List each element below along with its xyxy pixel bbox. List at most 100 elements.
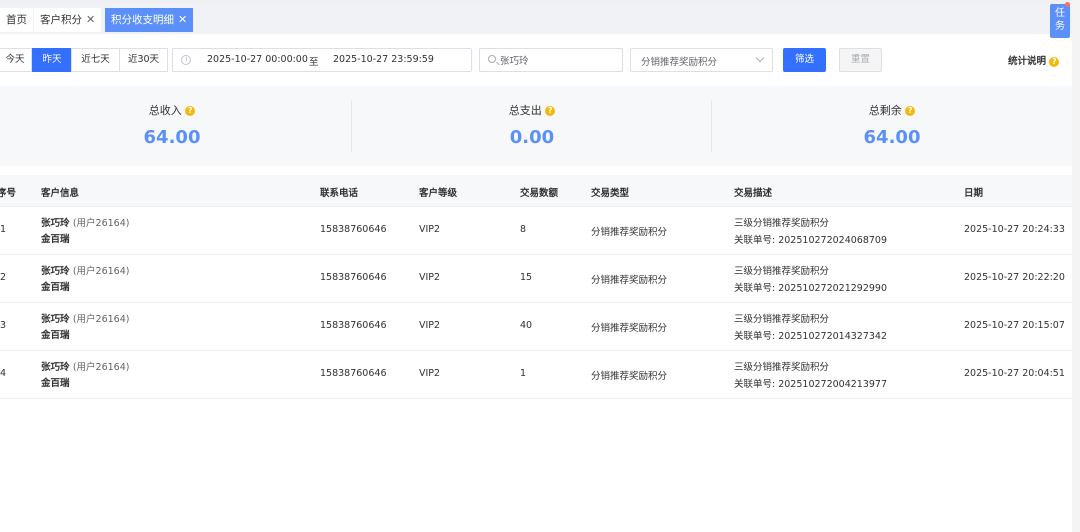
summary-value: 64.00 — [143, 127, 201, 148]
notification-dot — [1065, 2, 1070, 7]
reset-button[interactable]: 重置 — [839, 48, 882, 72]
trade-desc: 三级分销推荐奖励积分 — [734, 266, 830, 277]
table-row: 2 张巧玲 (用户26164) 金百瑞 15838760646 VIP2 15 … — [0, 255, 1072, 303]
task-button[interactable]: 任 务 — [1050, 4, 1070, 38]
level: VIP2 — [419, 368, 441, 379]
summary-label: 总支出 ? — [352, 102, 712, 118]
summary-expense: 总支出 ? 0.00 — [352, 86, 712, 166]
summary-panel: 总收入 ? 64.00 总支出 ? 0.00 总剩余 ? 64.00 — [0, 86, 1072, 166]
table-row: 3 张巧玲 (用户26164) 金百瑞 15838760646 VIP2 40 … — [0, 303, 1072, 351]
trade-type: 分销推荐奖励积分 — [591, 227, 668, 238]
tab-bar: 首页 客户积分 ✕ 积分收支明细 ✕ — [0, 4, 1072, 34]
help-icon[interactable]: ? — [905, 106, 916, 116]
range-yesterday-button[interactable]: 昨天 — [32, 48, 72, 72]
trade-desc: 三级分销推荐奖励积分 — [734, 218, 830, 229]
stat-explanation-link[interactable]: 统计说明 ? — [1008, 53, 1060, 67]
customer-name[interactable]: 张巧玲 (用户26164) — [41, 263, 129, 277]
phone: 15838760646 — [320, 368, 387, 379]
customer-store: 金百瑞 — [41, 378, 70, 389]
trade-desc: 三级分销推荐奖励积分 — [734, 362, 830, 373]
tab-label: 积分收支明细 — [111, 14, 174, 26]
customer-store: 金百瑞 — [41, 330, 70, 341]
trade-date: 2025-10-27 20:22:20 — [964, 272, 1065, 283]
tab-label: 客户积分 — [40, 14, 82, 26]
trade-date: 2025-10-27 20:04:51 — [964, 368, 1065, 379]
customer-name[interactable]: 张巧玲 (用户26164) — [41, 215, 129, 229]
tab-customer-points[interactable]: 客户积分 ✕ — [34, 8, 102, 32]
close-icon[interactable]: ✕ — [86, 13, 95, 26]
level: VIP2 — [419, 224, 441, 235]
trade-type: 分销推荐奖励积分 — [591, 275, 668, 286]
column-header: 联系电话 — [320, 188, 359, 199]
level: VIP2 — [419, 272, 441, 283]
summary-balance: 总剩余 ? 64.00 — [712, 86, 1072, 166]
column-header: 日期 — [964, 188, 984, 199]
type-select-value: 分销推荐奖励积分 — [641, 57, 718, 68]
row-index: 3 — [0, 320, 7, 331]
amount: 15 — [520, 272, 533, 283]
summary-label: 总剩余 ? — [712, 102, 1072, 118]
help-icon[interactable]: ? — [185, 106, 196, 116]
column-header: 客户等级 — [419, 188, 458, 199]
scrollbar[interactable] — [1072, 0, 1080, 532]
summary-income: 总收入 ? 64.00 — [0, 86, 352, 166]
row-index: 2 — [0, 272, 7, 283]
column-header: 客户信息 — [41, 188, 80, 199]
trade-type: 分销推荐奖励积分 — [591, 371, 668, 382]
order-number: 关联单号: 202510272014327342 — [734, 331, 888, 342]
stat-link-label: 统计说明 — [1008, 56, 1047, 67]
chevron-down-icon — [755, 53, 765, 63]
column-header: 交易数额 — [520, 188, 559, 199]
order-number: 关联单号: 202510272021292990 — [734, 283, 888, 294]
task-label-2: 务 — [1055, 21, 1065, 32]
tab-points-detail[interactable]: 积分收支明细 ✕ — [105, 8, 194, 32]
amount: 1 — [520, 368, 527, 379]
date-start: 2025-10-27 00:00:00 — [207, 54, 308, 65]
order-number: 关联单号: 202510272004213977 — [734, 379, 888, 390]
phone: 15838760646 — [320, 320, 387, 331]
search-icon — [488, 55, 496, 63]
phone: 15838760646 — [320, 272, 387, 283]
tab-home[interactable]: 首页 — [0, 8, 33, 32]
summary-label: 总收入 ? — [0, 102, 352, 118]
filter-button[interactable]: 筛选 — [783, 48, 826, 72]
help-icon[interactable]: ? — [545, 106, 556, 116]
date-separator: 至 — [309, 57, 319, 68]
row-index: 1 — [0, 224, 7, 235]
amount: 40 — [520, 320, 533, 331]
level: VIP2 — [419, 320, 441, 331]
summary-value: 64.00 — [863, 127, 921, 148]
table-row: 1 张巧玲 (用户26164) 金百瑞 15838760646 VIP2 8 分… — [0, 207, 1072, 255]
range-today-button[interactable]: 今天 — [0, 48, 32, 72]
range-30days-button[interactable]: 近30天 — [119, 48, 168, 72]
column-header: 交易类型 — [591, 188, 630, 199]
column-header: 交易描述 — [734, 188, 773, 199]
customer-store: 金百瑞 — [41, 282, 70, 293]
order-number: 关联单号: 202510272024068709 — [734, 235, 888, 246]
customer-name[interactable]: 张巧玲 (用户26164) — [41, 311, 129, 325]
customer-store: 金百瑞 — [41, 234, 70, 245]
column-header: 序号 — [0, 188, 17, 199]
trade-type: 分销推荐奖励积分 — [591, 323, 668, 334]
trade-date: 2025-10-27 20:24:33 — [964, 224, 1065, 235]
amount: 8 — [520, 224, 527, 235]
search-input[interactable] — [500, 52, 618, 68]
trade-date: 2025-10-27 20:15:07 — [964, 320, 1065, 331]
summary-value: 0.00 — [509, 127, 555, 148]
task-label-1: 任 — [1055, 8, 1065, 19]
date-end: 2025-10-27 23:59:59 — [333, 54, 434, 65]
phone: 15838760646 — [320, 224, 387, 235]
table-row: 4 张巧玲 (用户26164) 金百瑞 15838760646 VIP2 1 分… — [0, 351, 1072, 399]
type-select[interactable]: 分销推荐奖励积分 — [630, 48, 773, 72]
tab-label: 首页 — [6, 14, 27, 26]
customer-name[interactable]: 张巧玲 (用户26164) — [41, 359, 129, 373]
search-box — [479, 48, 623, 72]
close-icon[interactable]: ✕ — [178, 13, 187, 26]
table-header: 序号 客户信息 联系电话 客户等级 交易数额 交易类型 交易描述 日期 — [0, 175, 1072, 207]
help-icon[interactable]: ? — [1049, 56, 1060, 67]
date-range-picker[interactable]: 2025-10-27 00:00:00 至 2025-10-27 23:59:5… — [172, 48, 472, 72]
row-index: 4 — [0, 368, 7, 379]
range-7days-button[interactable]: 近七天 — [71, 48, 120, 72]
trade-desc: 三级分销推荐奖励积分 — [734, 314, 830, 325]
clock-icon — [181, 55, 191, 65]
